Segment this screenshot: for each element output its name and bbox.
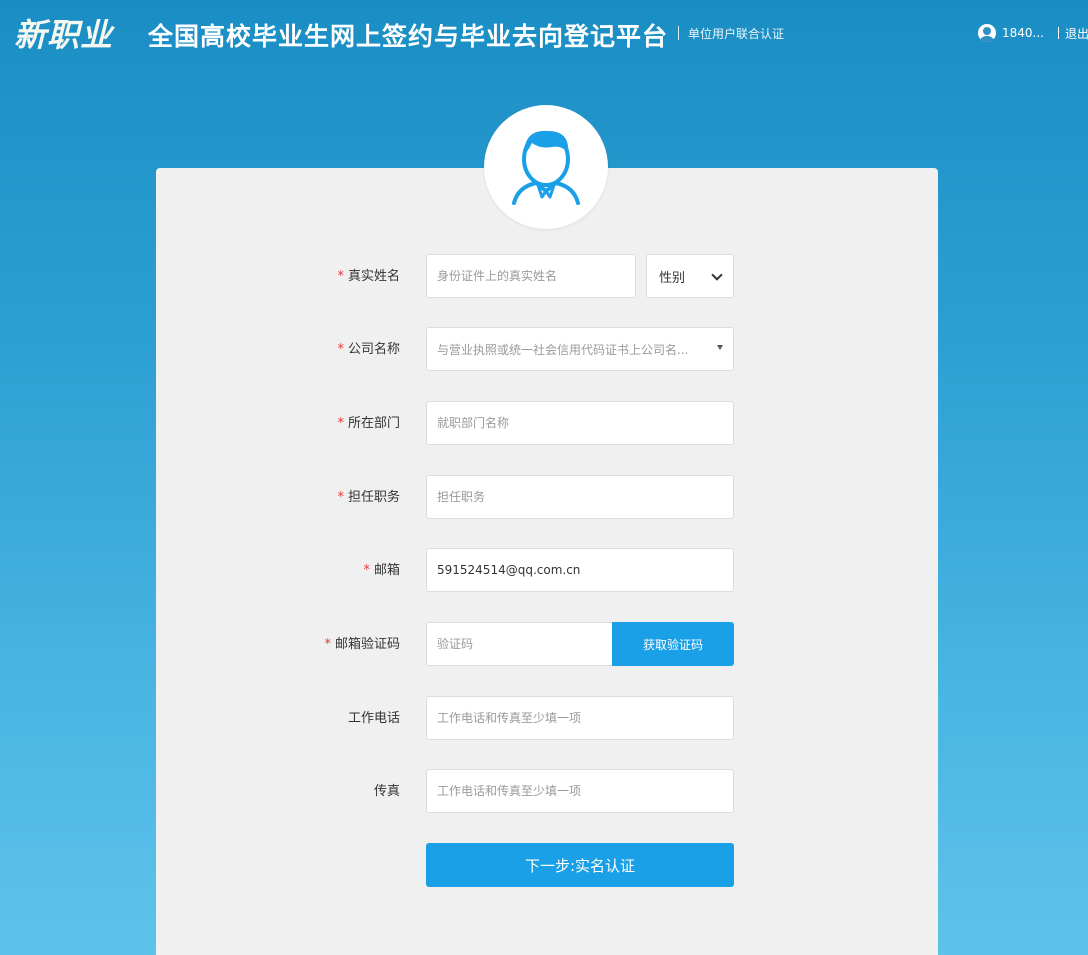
required-mark: * [363,563,370,578]
user-area: 1840... 退出 [978,24,1088,42]
email-label: * 邮箱 [363,563,400,578]
row-real-name: *真实姓名 性别 [0,254,1088,300]
email-input[interactable] [426,548,734,592]
department-label: * 所在部门 [337,416,400,431]
user-name[interactable]: 1840... [1002,26,1044,40]
fax-input[interactable] [426,769,734,813]
company-select-placeholder: 与营业执照或统一社会信用代码证书上公司名... [437,342,689,357]
fax-label: 传真 [373,784,400,799]
required-mark: * [324,637,331,652]
unit-auth-label: 单位用户联合认证 [688,27,785,41]
work-phone-label: 工作电话 [347,711,400,726]
row-position: * 担任职务 [0,475,1088,521]
gender-select-value: 性别 [659,270,686,286]
row-department: * 所在部门 [0,401,1088,447]
real-name-label: * 真实姓名 [337,269,400,284]
caret-down-icon [717,344,723,350]
top-bar: 新职业 全国高校毕业生网上签约与毕业去向登记平台 单位用户联合认证 1840..… [0,0,1088,66]
company-select[interactable]: 与营业执照或统一社会信用代码证书上公司名... [426,327,734,371]
user-avatar-icon[interactable] [978,24,996,42]
required-mark: * [337,416,344,431]
email-code-input[interactable] [426,622,612,666]
position-input[interactable] [426,475,734,519]
work-phone-input[interactable] [426,696,734,740]
logout-link[interactable]: 退出 [1065,25,1088,42]
user-divider [1057,27,1059,39]
email-code-label: * 邮箱验证码 [324,637,400,652]
real-name-input[interactable] [426,254,636,298]
row-work-phone: 工作电话 [0,696,1088,742]
platform-title: 全国高校毕业生网上签约与毕业去向登记平台 [148,22,669,51]
row-fax: 传真 [0,769,1088,815]
position-label: * 担任职务 [337,490,400,505]
get-code-button[interactable]: 获取验证码 [612,622,734,666]
title-divider [678,26,679,40]
row-email-code: *邮箱验证码 获取验证码 [0,622,1088,668]
required-mark: * [337,490,344,505]
required-mark: * [337,269,344,284]
brand-logo[interactable]: 新职业 [14,10,113,56]
gender-select[interactable]: 性别 [646,254,734,298]
chevron-down-icon [711,268,723,281]
company-label: * 公司名称 [337,342,400,357]
row-email: * 邮箱 [0,548,1088,594]
avatar [484,105,608,229]
required-mark: * [337,342,344,357]
next-step-button[interactable]: 下一步:实名认证 [426,843,734,887]
department-input[interactable] [426,401,734,445]
row-company: * 公司名称 与营业执照或统一社会信用代码证书上公司名... [0,327,1088,373]
user-avatar-illustration-icon [512,130,580,205]
